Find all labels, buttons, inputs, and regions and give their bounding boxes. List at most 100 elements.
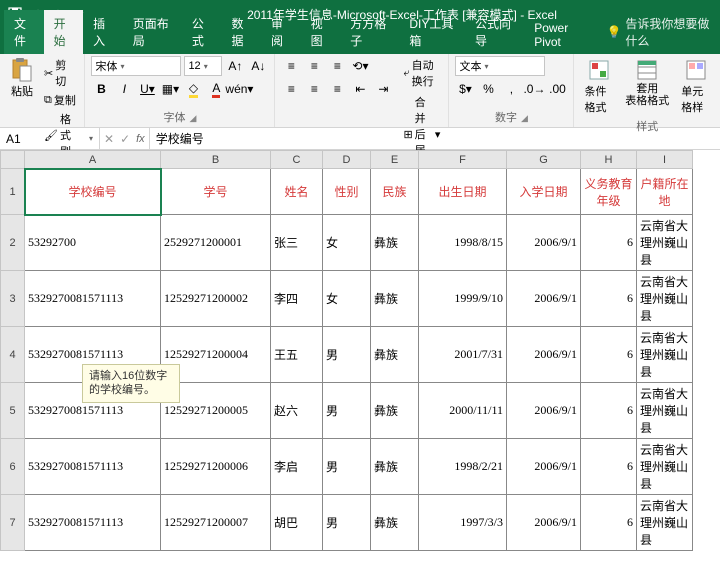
col-header[interactable]: H — [581, 151, 637, 169]
col-header[interactable]: B — [161, 151, 271, 169]
cell[interactable]: 女 — [323, 215, 371, 271]
cell[interactable]: 男 — [323, 383, 371, 439]
cell[interactable]: 义务教育年级 — [581, 169, 637, 215]
tab-formulas[interactable]: 公式 — [182, 10, 222, 54]
font-launcher-icon[interactable]: ◢ — [189, 113, 196, 123]
tab-data[interactable]: 数据 — [221, 10, 261, 54]
cell[interactable]: 6 — [581, 215, 637, 271]
italic-button[interactable]: I — [114, 79, 134, 99]
cell[interactable]: 6 — [581, 495, 637, 551]
cell[interactable]: 彝族 — [371, 327, 419, 383]
cell[interactable]: 入学日期 — [507, 169, 581, 215]
fill-color-button[interactable]: ◇ — [183, 79, 203, 99]
tab-home[interactable]: 开始 — [44, 10, 84, 54]
cell[interactable]: 2006/9/1 — [507, 271, 581, 327]
cell[interactable]: 2529271200001 — [161, 215, 271, 271]
decrease-font-button[interactable]: A↓ — [248, 56, 268, 76]
increase-font-button[interactable]: A↑ — [225, 56, 245, 76]
cell[interactable]: 12529271200002 — [161, 271, 271, 327]
cell[interactable]: 姓名 — [271, 169, 323, 215]
col-header[interactable]: D — [323, 151, 371, 169]
cell[interactable]: 5329270081571113 — [25, 439, 161, 495]
cell[interactable]: 彝族 — [371, 383, 419, 439]
tab-fxguide[interactable]: 公式向导 — [465, 10, 524, 54]
align-top-button[interactable]: ≡ — [281, 56, 301, 76]
cell[interactable]: 53292700 — [25, 215, 161, 271]
bold-button[interactable]: B — [91, 79, 111, 99]
cell[interactable]: 2006/9/1 — [507, 327, 581, 383]
font-size-combo[interactable]: 12▾ — [184, 56, 222, 76]
tab-insert[interactable]: 插入 — [83, 10, 123, 54]
cell[interactable]: 男 — [323, 495, 371, 551]
cell[interactable]: 户籍所在地 — [637, 169, 693, 215]
cell[interactable]: 云南省大理州巍山县 — [637, 271, 693, 327]
indent-dec-button[interactable]: ⇤ — [350, 79, 370, 99]
font-color-button[interactable]: A — [206, 79, 226, 99]
row-header[interactable]: 5 — [1, 383, 25, 439]
cell[interactable]: 6 — [581, 439, 637, 495]
col-header[interactable]: I — [637, 151, 693, 169]
number-launcher-icon[interactable]: ◢ — [521, 113, 528, 123]
cell[interactable]: 彝族 — [371, 215, 419, 271]
cell[interactable]: 彝族 — [371, 271, 419, 327]
cell[interactable]: 6 — [581, 271, 637, 327]
phonetic-button[interactable]: wén▾ — [229, 79, 249, 99]
worksheet-area[interactable]: A B C D E F G H I 1 学校编号 学号 姓名 性别 民族 出生日… — [0, 150, 720, 563]
cell[interactable]: 6 — [581, 383, 637, 439]
inc-decimal-button[interactable]: .0→ — [524, 79, 544, 99]
col-header[interactable]: C — [271, 151, 323, 169]
tab-fangge[interactable]: 方方格子 — [340, 10, 399, 54]
copy-button[interactable]: ⧉复制 — [42, 91, 78, 109]
tab-diy[interactable]: DIY工具箱 — [399, 10, 465, 54]
name-box[interactable]: A1▾ — [0, 128, 100, 149]
row-header[interactable]: 4 — [1, 327, 25, 383]
cancel-icon[interactable]: ✕ — [104, 132, 114, 146]
cell[interactable]: 张三 — [271, 215, 323, 271]
cell[interactable]: 女 — [323, 271, 371, 327]
cell[interactable]: 5329270081571113 — [25, 495, 161, 551]
orientation-button[interactable]: ⟲▾ — [350, 56, 370, 76]
underline-button[interactable]: U▾ — [137, 79, 157, 99]
number-format-combo[interactable]: 文本▾ — [455, 56, 545, 76]
cell[interactable]: 云南省大理州巍山县 — [637, 495, 693, 551]
cell-style-button[interactable]: 单元格样 — [677, 56, 714, 117]
tab-file[interactable]: 文件 — [4, 10, 44, 54]
cell[interactable]: 2000/11/11 — [419, 383, 507, 439]
align-center-button[interactable]: ≡ — [304, 79, 324, 99]
cell[interactable]: 李四 — [271, 271, 323, 327]
col-header[interactable]: F — [419, 151, 507, 169]
indent-inc-button[interactable]: ⇥ — [373, 79, 393, 99]
row-header[interactable]: 3 — [1, 271, 25, 327]
col-header[interactable]: A — [25, 151, 161, 169]
cell[interactable]: 性别 — [323, 169, 371, 215]
row-header[interactable]: 6 — [1, 439, 25, 495]
conditional-format-button[interactable]: 条件格式 — [580, 56, 617, 117]
align-left-button[interactable]: ≡ — [281, 79, 301, 99]
align-middle-button[interactable]: ≡ — [304, 56, 324, 76]
tab-powerpivot[interactable]: Power Pivot — [524, 16, 596, 54]
cell[interactable]: 1998/2/21 — [419, 439, 507, 495]
cell[interactable]: 2006/9/1 — [507, 495, 581, 551]
cell[interactable]: 5329270081571113 — [25, 271, 161, 327]
cell[interactable]: 李启 — [271, 439, 323, 495]
font-name-combo[interactable]: 宋体▾ — [91, 56, 181, 76]
border-button[interactable]: ▦▾ — [160, 79, 180, 99]
cell[interactable]: 6 — [581, 327, 637, 383]
cell[interactable]: 2001/7/31 — [419, 327, 507, 383]
cell[interactable]: 12529271200007 — [161, 495, 271, 551]
cell[interactable]: 2006/9/1 — [507, 383, 581, 439]
enter-icon[interactable]: ✓ — [120, 132, 130, 146]
dec-decimal-button[interactable]: .00 — [547, 79, 567, 99]
cell[interactable]: 民族 — [371, 169, 419, 215]
percent-button[interactable]: % — [478, 79, 498, 99]
paste-button[interactable]: 粘贴 — [6, 56, 38, 101]
cell[interactable]: 王五 — [271, 327, 323, 383]
row-header[interactable]: 1 — [1, 169, 25, 215]
cell[interactable]: 男 — [323, 327, 371, 383]
col-header[interactable]: E — [371, 151, 419, 169]
cell[interactable]: 赵六 — [271, 383, 323, 439]
table-format-button[interactable]: 套用 表格格式 — [621, 56, 673, 109]
cell[interactable]: 1999/9/10 — [419, 271, 507, 327]
row-header[interactable]: 7 — [1, 495, 25, 551]
row-header[interactable]: 2 — [1, 215, 25, 271]
